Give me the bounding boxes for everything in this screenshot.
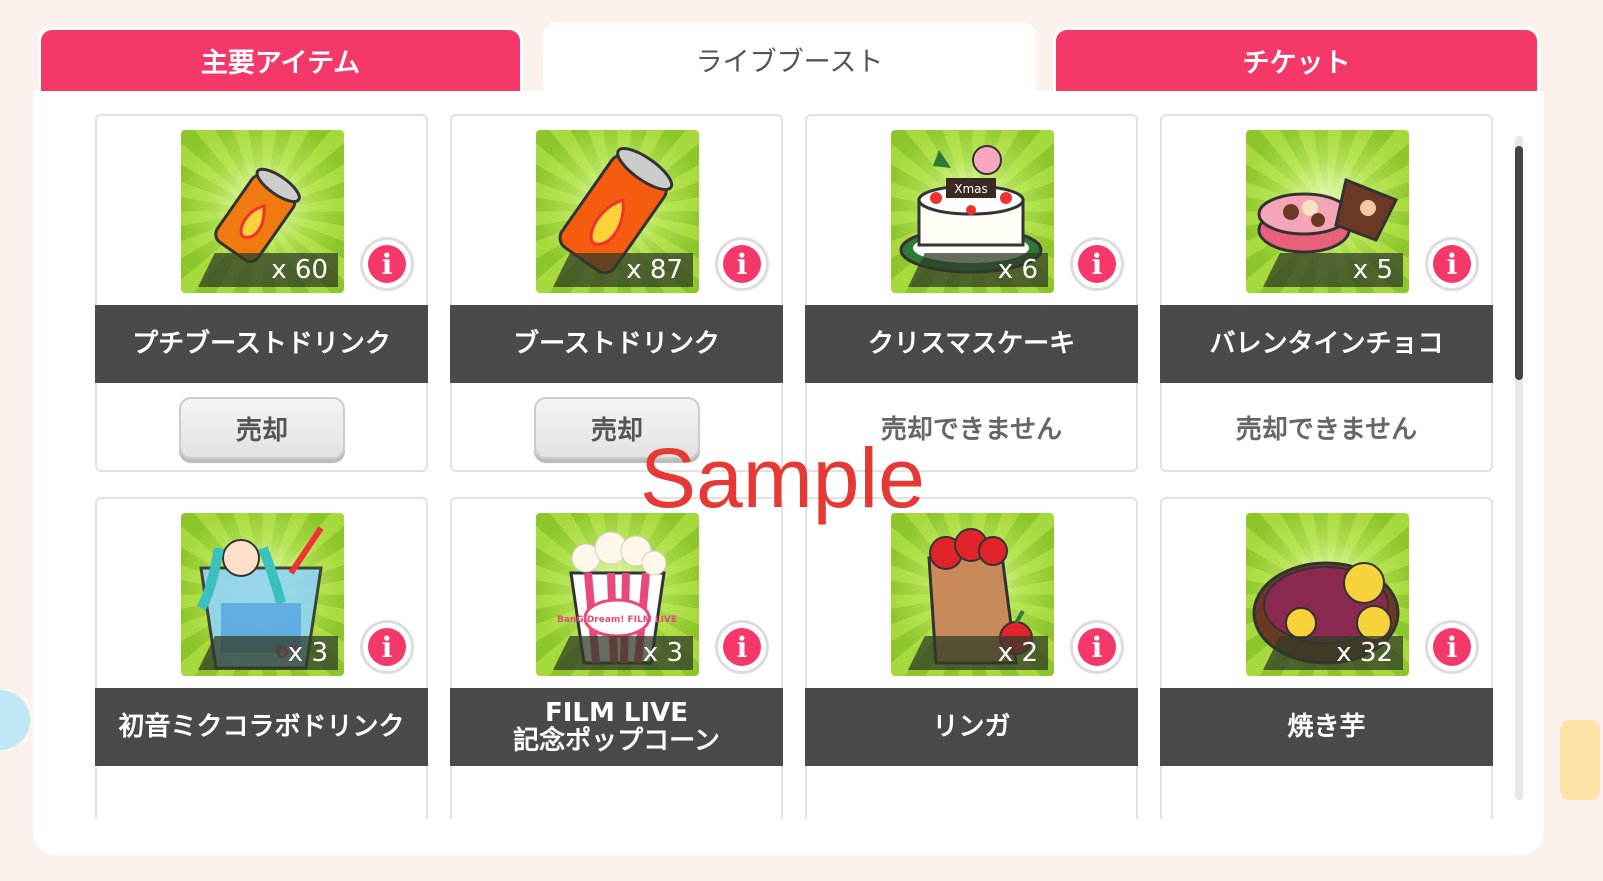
cannot-sell-text: 売却できません [1235, 415, 1418, 445]
cake-plate-text: Xmas [954, 182, 988, 196]
item-name: バレンタインチョコ [1160, 305, 1493, 383]
item-name: 焼き芋 [1160, 688, 1493, 766]
item-quantity: x 6 [908, 253, 1048, 287]
item-thumbnail[interactable]: x 87 [536, 130, 699, 293]
info-button[interactable]: i [1070, 237, 1124, 291]
item-thumbnail[interactable]: BanG Dream! FILM LIVE x 3 [536, 513, 699, 676]
info-button[interactable]: i [360, 620, 414, 674]
scrollbar-thumb[interactable] [1515, 146, 1523, 380]
info-button[interactable]: i [1425, 620, 1479, 674]
item-name: ブーストドリンク [450, 305, 783, 383]
item-thumbnail[interactable]: x 5 [1246, 130, 1409, 293]
info-icon: i [1433, 245, 1471, 283]
tab-live-boost[interactable]: ライブブースト [543, 22, 1036, 96]
item-name: クリスマスケーキ [805, 305, 1138, 383]
item-name: リンガ [805, 688, 1138, 766]
background-decoration [0, 690, 30, 750]
item-thumbnail[interactable]: x 32 [1246, 513, 1409, 676]
info-icon: i [1433, 628, 1471, 666]
item-card[interactable]: BanG Dream! FILM LIVE x 3 i FILM LIVE 記念… [450, 497, 783, 819]
watermark: Sample [640, 431, 925, 525]
item-quantity: x 32 [1263, 636, 1403, 670]
item-thumbnail[interactable]: Xmas x 6 [891, 130, 1054, 293]
item-name: FILM LIVE 記念ポップコーン [450, 688, 783, 766]
item-quantity: x 87 [553, 253, 693, 287]
item-card[interactable]: x 60 i プチブーストドリンク 売却 [95, 114, 428, 472]
item-quantity: x 2 [908, 636, 1048, 670]
item-card[interactable]: x 2 i リンガ [805, 497, 1138, 819]
info-button[interactable]: i [715, 237, 769, 291]
sell-button[interactable]: 売却 [179, 397, 345, 459]
item-card[interactable]: x 87 i ブーストドリンク 売却 [450, 114, 783, 472]
item-card[interactable]: 01 x 3 i 初音ミクコラボドリンク [95, 497, 428, 819]
info-button[interactable]: i [1070, 620, 1124, 674]
tab-tickets[interactable]: チケット [1053, 27, 1540, 91]
info-icon: i [368, 628, 406, 666]
item-name: プチブーストドリンク [95, 305, 428, 383]
popcorn-logo-text: BanG Dream! FILM LIVE [557, 615, 677, 625]
item-thumbnail[interactable]: x 2 [891, 513, 1054, 676]
item-thumbnail[interactable]: 01 x 3 [181, 513, 344, 676]
scrollbar[interactable] [1515, 136, 1523, 800]
info-button[interactable]: i [1425, 237, 1479, 291]
info-icon: i [723, 628, 761, 666]
info-icon: i [1078, 245, 1116, 283]
item-thumbnail[interactable]: x 60 [181, 130, 344, 293]
item-quantity: x 3 [553, 636, 693, 670]
info-icon: i [1078, 628, 1116, 666]
item-card[interactable]: x 32 i 焼き芋 [1160, 497, 1493, 819]
info-icon: i [723, 245, 761, 283]
info-icon: i [368, 245, 406, 283]
info-button[interactable]: i [715, 620, 769, 674]
item-card[interactable]: x 5 i バレンタインチョコ 売却できません [1160, 114, 1493, 472]
background-decoration [1560, 720, 1600, 800]
item-quantity: x 60 [198, 253, 338, 287]
item-name: 初音ミクコラボドリンク [95, 688, 428, 766]
item-quantity: x 5 [1263, 253, 1403, 287]
item-quantity: x 3 [198, 636, 338, 670]
tab-main-items[interactable]: 主要アイテム [38, 27, 523, 91]
info-button[interactable]: i [360, 237, 414, 291]
item-card[interactable]: Xmas x 6 i クリスマスケーキ 売却できません [805, 114, 1138, 472]
